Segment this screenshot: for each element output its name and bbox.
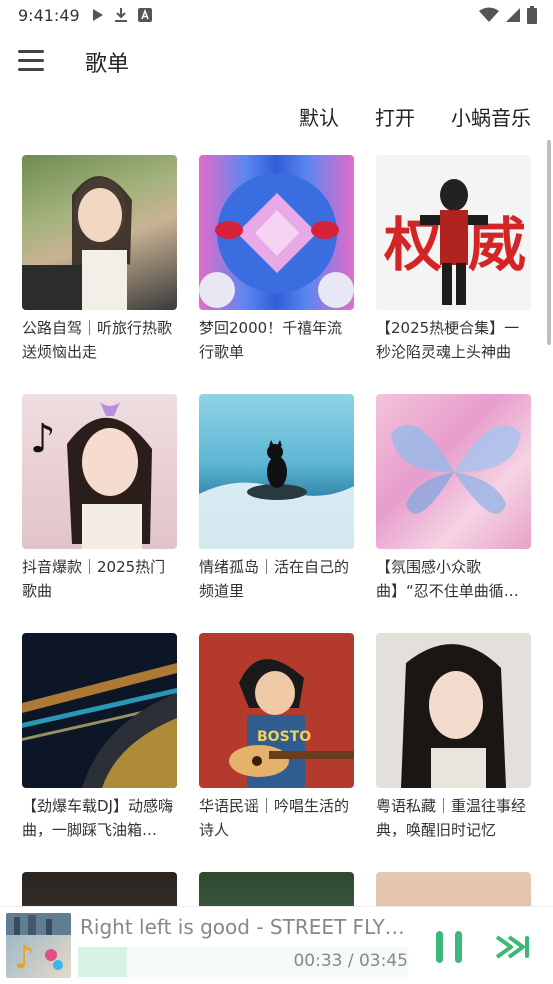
playlist-title: 抖音爆款｜2025热门歌曲: [22, 558, 166, 600]
playlist-cover: [199, 394, 354, 549]
scrollbar[interactable]: [547, 140, 551, 345]
next-button[interactable]: [494, 929, 534, 965]
playlist-cover: [22, 155, 177, 310]
filter-default[interactable]: 默认: [299, 102, 339, 131]
skip-next-icon: [495, 935, 529, 959]
playlist-title: 梦回2000！千禧年流行歌单: [199, 319, 343, 361]
app-bar: 歌单: [0, 32, 553, 88]
filter-tabs: 默认 打开 小蜗音乐: [299, 102, 531, 131]
player-cover[interactable]: ♪: [6, 913, 71, 978]
filter-open[interactable]: 打开: [375, 102, 415, 131]
pause-icon: [436, 931, 462, 963]
a-icon: [138, 8, 152, 22]
playlist-card[interactable]: 梦回2000！千禧年流行歌单: [199, 155, 354, 364]
playlist-title: 【2025热梗合集】一秒沦陷灵魂上头神曲: [376, 319, 520, 361]
player-time: 00:33 / 03:45: [293, 951, 408, 971]
menu-button[interactable]: [18, 44, 52, 76]
svg-text:BOSTO: BOSTO: [257, 729, 311, 745]
playlist-card[interactable]: 粤语私藏｜重温往事经典，唤醒旧时记忆: [376, 633, 531, 842]
player-progress[interactable]: 00:33 / 03:45: [78, 947, 408, 977]
player-track-title: Right left is good - STREET FLY RA...: [80, 915, 410, 939]
playlist-cover: 权威: [376, 155, 531, 310]
mini-player[interactable]: ♪ Right left is good - STREET FLY RA... …: [0, 906, 553, 984]
playlist-cover: [376, 633, 531, 788]
playlist-cover: [22, 633, 177, 788]
playlist-cover: [199, 155, 354, 310]
playlist-card[interactable]: 【劲爆车载DJ】动感嗨曲，一脚踩飞油箱…: [22, 633, 177, 842]
playlist-title: 华语民谣｜吟唱生活的诗人: [199, 797, 350, 839]
playlist-title: 粤语私藏｜重温往事经典，唤醒旧时记忆: [376, 797, 527, 839]
player-progress-fill: [78, 947, 127, 977]
pause-button[interactable]: [430, 927, 470, 967]
filter-source[interactable]: 小蜗音乐: [451, 102, 531, 131]
playlist-title: 【劲爆车载DJ】动感嗨曲，一脚踩飞油箱…: [22, 797, 173, 839]
playlist-cover: BOSTO: [199, 633, 354, 788]
status-time: 9:41:49: [18, 6, 80, 25]
playlist-title: 【氛围感小众歌曲】“忍不住单曲循…: [376, 558, 519, 600]
playlist-card[interactable]: 【氛围感小众歌曲】“忍不住单曲循…: [376, 394, 531, 603]
signal-icon: [506, 8, 520, 22]
svg-text:♪: ♪: [14, 938, 34, 976]
battery-icon: [527, 6, 537, 24]
playlist-card[interactable]: BOSTO 华语民谣｜吟唱生活的诗人: [199, 633, 354, 842]
menu-icon: [18, 49, 44, 53]
playlist-card[interactable]: 权威 【2025热梗合集】一秒沦陷灵魂上头神曲: [376, 155, 531, 364]
wifi-icon: [479, 7, 499, 22]
play-icon: [93, 9, 103, 21]
playlist-cover: [376, 394, 531, 549]
playlist-title: 公路自驾｜听旅行热歌送烦恼出走: [22, 319, 173, 361]
playlist-cover: ♪: [22, 394, 177, 549]
svg-text:♪: ♪: [30, 416, 56, 462]
download-icon: [115, 8, 127, 22]
playlist-title: 情绪孤岛｜活在自己的频道里: [199, 558, 350, 600]
status-bar: 9:41:49: [0, 0, 553, 32]
page-title: 歌单: [85, 52, 130, 77]
playlist-card[interactable]: ♪ 抖音爆款｜2025热门歌曲: [22, 394, 177, 603]
playlist-card[interactable]: 情绪孤岛｜活在自己的频道里: [199, 394, 354, 603]
playlist-card[interactable]: 公路自驾｜听旅行热歌送烦恼出走: [22, 155, 177, 364]
